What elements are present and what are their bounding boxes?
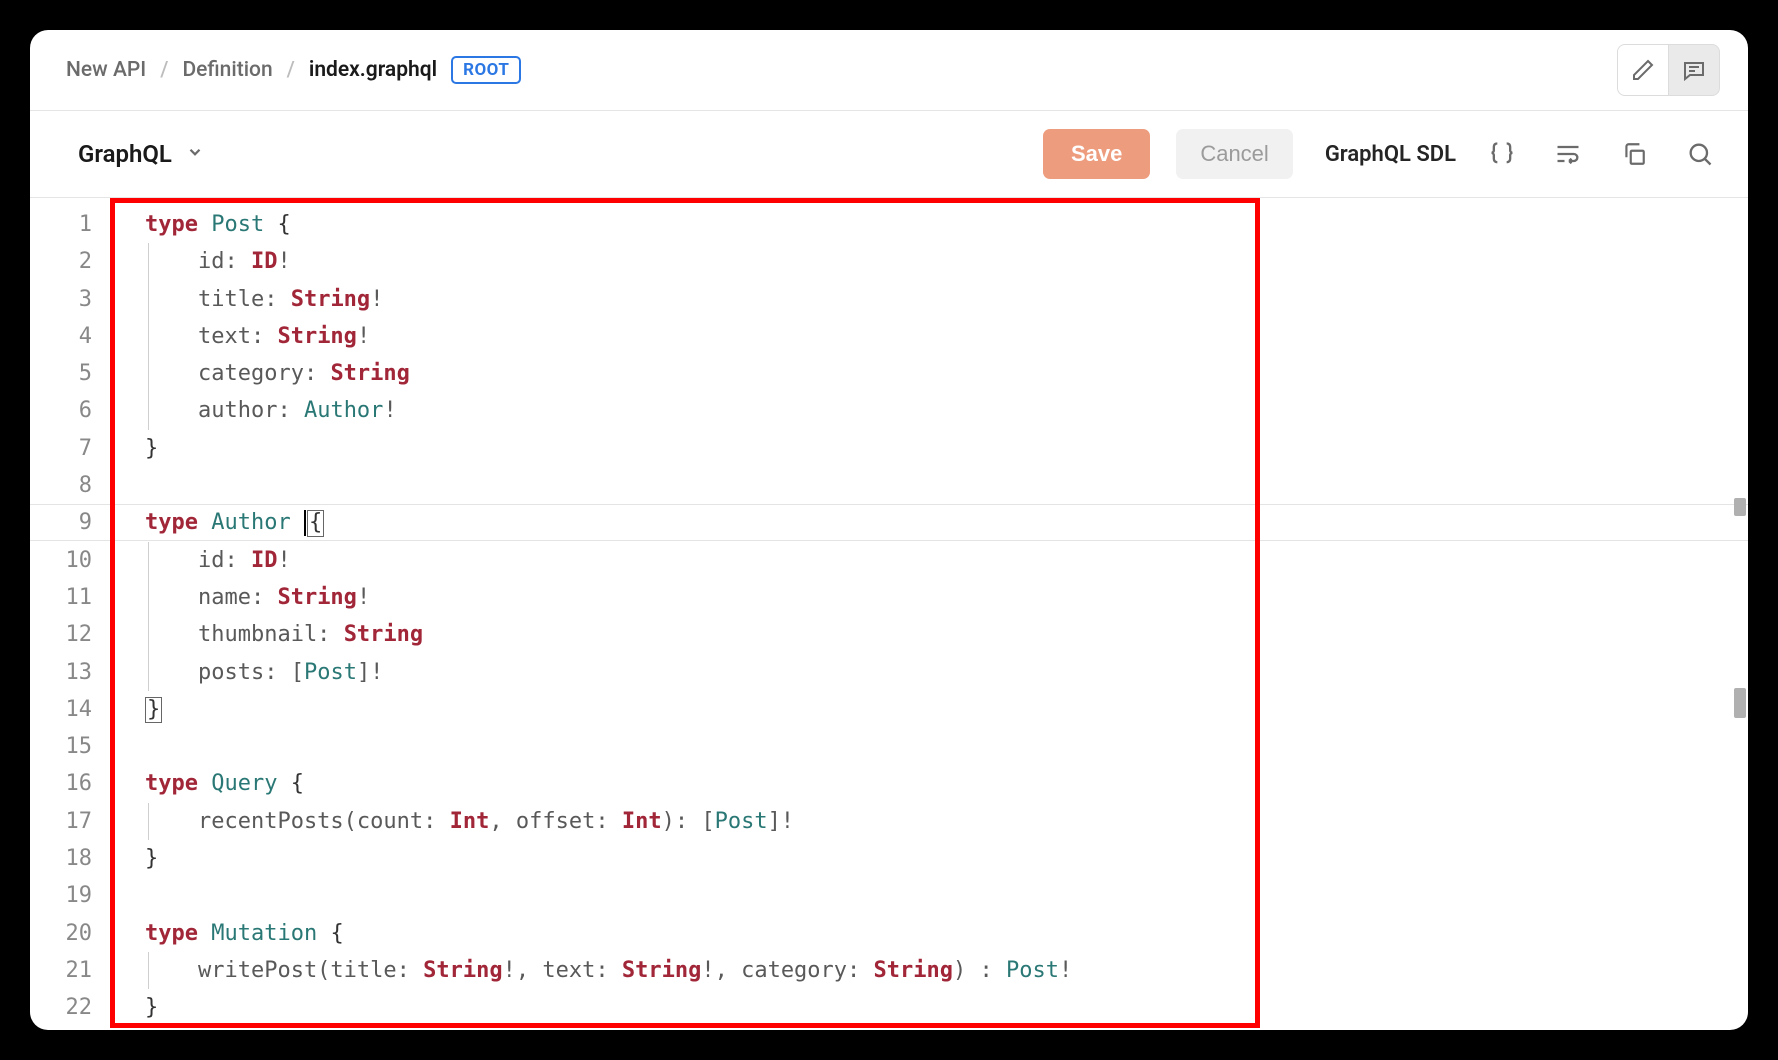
code-line[interactable]: text: String! <box>110 318 1748 355</box>
top-bar: New API / Definition / index.graphql ROO… <box>30 30 1748 111</box>
braces-icon[interactable] <box>1482 134 1522 174</box>
copy-icon[interactable] <box>1614 134 1654 174</box>
scroll-marker[interactable] <box>1731 688 1748 718</box>
code-line[interactable]: type Post { <box>110 206 1748 243</box>
code-line[interactable]: type Query { <box>110 765 1748 802</box>
edit-button[interactable] <box>1617 44 1669 96</box>
wrap-icon[interactable] <box>1548 134 1588 174</box>
code-line[interactable]: name: String! <box>110 579 1748 616</box>
code-line[interactable]: } <box>110 840 1748 877</box>
chat-icon <box>1682 58 1706 82</box>
code-line[interactable] <box>110 877 1748 914</box>
code-line[interactable]: category: String <box>110 355 1748 392</box>
code-area[interactable]: type Post { id: ID! title: String! text:… <box>110 198 1748 1030</box>
scroll-marker[interactable] <box>1731 498 1748 528</box>
code-line[interactable] <box>110 728 1748 765</box>
cancel-button[interactable]: Cancel <box>1176 129 1292 179</box>
code-line[interactable]: } <box>110 989 1748 1026</box>
breadcrumb-file: index.graphql <box>309 58 437 82</box>
root-badge: ROOT <box>451 56 521 84</box>
breadcrumb-item[interactable]: Definition <box>182 58 272 82</box>
code-line[interactable]: posts: [Post]! <box>110 654 1748 691</box>
code-line[interactable]: id: ID! <box>110 542 1748 579</box>
line-gutter: 12345678910111213141516171819202122 <box>30 198 110 1030</box>
code-line[interactable]: author: Author! <box>110 392 1748 429</box>
toolbar: GraphQL Save Cancel GraphQL SDL <box>30 111 1748 198</box>
code-line[interactable]: type Mutation { <box>110 915 1748 952</box>
code-line[interactable]: } <box>110 430 1748 467</box>
code-line[interactable]: title: String! <box>110 281 1748 318</box>
code-line[interactable]: recentPosts(count: Int, offset: Int): [P… <box>110 803 1748 840</box>
breadcrumb-sep: / <box>160 58 168 82</box>
pencil-icon <box>1631 58 1655 82</box>
editor-window: New API / Definition / index.graphql ROO… <box>30 30 1748 1030</box>
editor[interactable]: 12345678910111213141516171819202122 type… <box>30 198 1748 1030</box>
code-line[interactable]: id: ID! <box>110 243 1748 280</box>
breadcrumb: New API / Definition / index.graphql ROO… <box>66 56 521 84</box>
sdl-label: GraphQL SDL <box>1325 142 1456 167</box>
top-icons <box>1617 44 1720 96</box>
language-dropdown[interactable]: GraphQL <box>78 140 204 168</box>
breadcrumb-sep: / <box>287 58 295 82</box>
save-button[interactable]: Save <box>1043 129 1150 179</box>
code-line[interactable]: thumbnail: String <box>110 616 1748 653</box>
code-line[interactable] <box>110 467 1748 504</box>
toolbar-right: Save Cancel GraphQL SDL <box>1043 129 1720 179</box>
breadcrumb-item[interactable]: New API <box>66 58 146 82</box>
code-line[interactable]: type Author { <box>110 504 1748 541</box>
chevron-down-icon <box>186 143 204 166</box>
code-line[interactable]: } <box>110 691 1748 728</box>
code-line[interactable]: writePost(title: String!, text: String!,… <box>110 952 1748 989</box>
search-icon[interactable] <box>1680 134 1720 174</box>
language-label: GraphQL <box>78 140 172 168</box>
comments-button[interactable] <box>1668 44 1720 96</box>
